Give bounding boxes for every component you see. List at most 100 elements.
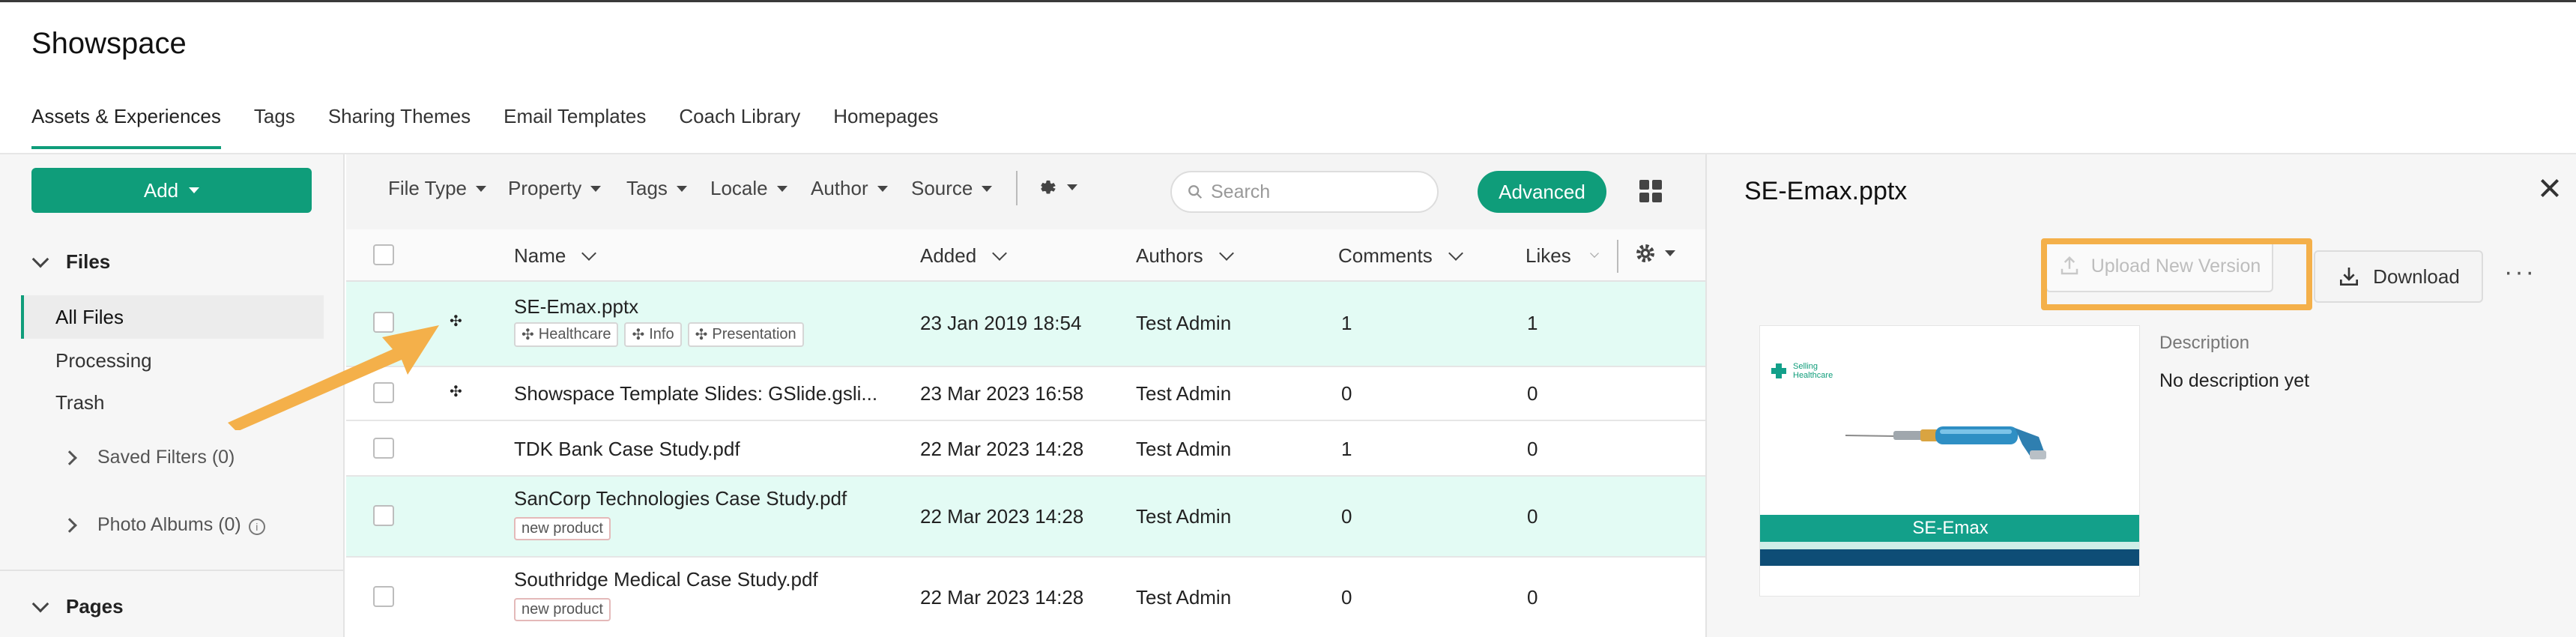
asset-name[interactable]: Southridge Medical Case Study.pdf	[514, 568, 818, 591]
column-header-likes-label: Likes	[1526, 244, 1571, 267]
close-icon[interactable]	[2539, 177, 2561, 199]
row-checkbox[interactable]	[373, 438, 394, 459]
thumbnail-stripe	[1760, 542, 2139, 549]
comment-count: 0	[1341, 586, 1352, 609]
like-count: 0	[1527, 438, 1538, 460]
comment-count: 1	[1341, 438, 1352, 460]
filter-divider	[1016, 171, 1018, 205]
asset-name[interactable]: TDK Bank Case Study.pdf	[514, 438, 740, 461]
table-row[interactable]: SanCorp Technologies Case Study.pdf new …	[346, 477, 1705, 558]
info-icon[interactable]: i	[248, 519, 265, 535]
column-header-authors[interactable]: Authors	[1136, 244, 1234, 268]
column-settings-button[interactable]	[1633, 241, 1675, 265]
like-count: 1	[1527, 312, 1538, 334]
thumbnail-title-band: SE-Emax	[1760, 515, 2139, 542]
caret-down-icon	[476, 185, 487, 192]
chevron-right-icon	[62, 517, 77, 533]
photo-albums-toggle[interactable]: Photo Albums (0) i	[62, 514, 265, 536]
advanced-button[interactable]: Advanced	[1478, 171, 1606, 213]
column-header-comments[interactable]: Comments	[1338, 244, 1463, 268]
gear-icon	[1041, 180, 1056, 194]
column-header-comments-label: Comments	[1338, 244, 1433, 267]
asset-name[interactable]: SE-Emax.pptx	[514, 295, 638, 318]
search-icon	[1188, 185, 1203, 199]
table-row[interactable]: TDK Bank Case Study.pdf 22 Mar 2023 14:2…	[346, 421, 1705, 477]
comment-count: 0	[1341, 505, 1352, 528]
sidebar-item-all-files[interactable]: All Files	[21, 295, 324, 339]
filter-tags[interactable]: Tags	[626, 177, 687, 200]
tag[interactable]: new product	[514, 598, 611, 621]
tab-tags[interactable]: Tags	[254, 105, 295, 149]
filter-author[interactable]: Author	[811, 177, 888, 200]
filter-source[interactable]: Source	[911, 177, 993, 200]
pages-section-toggle[interactable]: Pages	[31, 595, 124, 618]
tag[interactable]: ✣ Presentation	[687, 322, 804, 347]
download-button[interactable]: Download	[2314, 250, 2483, 303]
tag[interactable]: ✣ Info	[624, 322, 682, 347]
caret-down-icon	[676, 185, 687, 192]
description-value: No description yet	[2159, 370, 2310, 391]
filter-tags-label: Tags	[626, 177, 668, 199]
sidebar-item-processing[interactable]: Processing	[21, 339, 324, 382]
asset-thumbnail[interactable]: Selling Healthcare SE-Emax	[1759, 325, 2140, 597]
column-header-added[interactable]: Added	[920, 244, 1008, 268]
caret-down-icon	[982, 185, 993, 192]
tab-assets-experiences[interactable]: Assets & Experiences	[31, 105, 221, 149]
tag-list: new product	[514, 517, 611, 540]
filter-locale[interactable]: Locale	[710, 177, 787, 200]
tag[interactable]: new product	[514, 517, 611, 540]
filter-settings-button[interactable]	[1035, 175, 1077, 199]
column-header-name[interactable]: Name	[514, 244, 597, 268]
caret-down-icon	[189, 187, 200, 193]
added-date: 22 Mar 2023 14:28	[920, 586, 1084, 609]
like-count: 0	[1527, 382, 1538, 405]
add-label: Add	[143, 178, 179, 202]
tab-email-templates[interactable]: Email Templates	[504, 105, 646, 149]
row-checkbox[interactable]	[373, 505, 394, 526]
asset-name[interactable]: SanCorp Technologies Case Study.pdf	[514, 487, 847, 510]
tag-list: ✣ Healthcare ✣ Info ✣ Presentation	[514, 322, 804, 347]
filter-file-type[interactable]: File Type	[388, 177, 487, 200]
files-section-toggle[interactable]: Files	[31, 250, 111, 274]
like-count: 0	[1527, 586, 1538, 609]
added-date: 23 Mar 2023 16:58	[920, 382, 1084, 405]
chevron-right-icon	[62, 450, 77, 465]
filter-property[interactable]: Property	[508, 177, 602, 200]
node-icon: ✣	[450, 384, 462, 400]
author-name: Test Admin	[1136, 438, 1232, 460]
tab-homepages[interactable]: Homepages	[833, 105, 938, 149]
tab-sharing-themes[interactable]: Sharing Themes	[328, 105, 471, 149]
tag-icon: ✣	[521, 327, 534, 343]
row-checkbox[interactable]	[373, 312, 394, 333]
filter-author-label: Author	[811, 177, 868, 199]
cross-logo-icon	[1771, 363, 1786, 379]
tag-icon: ✣	[632, 327, 645, 343]
chevron-down-icon	[1589, 248, 1599, 258]
chevron-down-icon	[992, 245, 1008, 261]
search-input[interactable]	[1211, 181, 1421, 203]
tag[interactable]: ✣ Healthcare	[514, 322, 619, 347]
more-options-icon[interactable]: ···	[2504, 258, 2536, 287]
panel-title: SE-Emax.pptx	[1744, 177, 1908, 205]
tag-label: Healthcare	[538, 326, 611, 342]
sidebar-divider	[0, 570, 343, 571]
sidebar-item-trash[interactable]: Trash	[21, 381, 324, 424]
table-row[interactable]: Southridge Medical Case Study.pdf new pr…	[346, 558, 1705, 637]
pages-section-title: Pages	[66, 595, 124, 618]
select-all-checkbox[interactable]	[373, 244, 394, 265]
saved-filters-toggle[interactable]: Saved Filters (0)	[62, 447, 235, 468]
files-section-title: Files	[66, 250, 111, 273]
table-row[interactable]: ✣ Showspace Template Slides: GSlide.gsli…	[346, 367, 1705, 421]
assets-table: Name Added Authors Comments Likes ✣ SE-E…	[346, 229, 1705, 637]
grid-view-icon[interactable]	[1639, 180, 1662, 202]
row-checkbox[interactable]	[373, 382, 394, 403]
tab-coach-library[interactable]: Coach Library	[679, 105, 800, 149]
asset-name[interactable]: Showspace Template Slides: GSlide.gsli..…	[514, 382, 877, 405]
author-name: Test Admin	[1136, 312, 1232, 334]
search-box[interactable]	[1170, 171, 1439, 213]
column-header-likes[interactable]: Likes	[1526, 244, 1600, 268]
chevron-down-icon	[31, 250, 49, 268]
row-checkbox[interactable]	[373, 586, 394, 607]
add-button[interactable]: Add	[31, 168, 312, 213]
table-row[interactable]: ✣ SE-Emax.pptx ✣ Healthcare ✣ Info ✣ Presen…	[346, 282, 1705, 367]
